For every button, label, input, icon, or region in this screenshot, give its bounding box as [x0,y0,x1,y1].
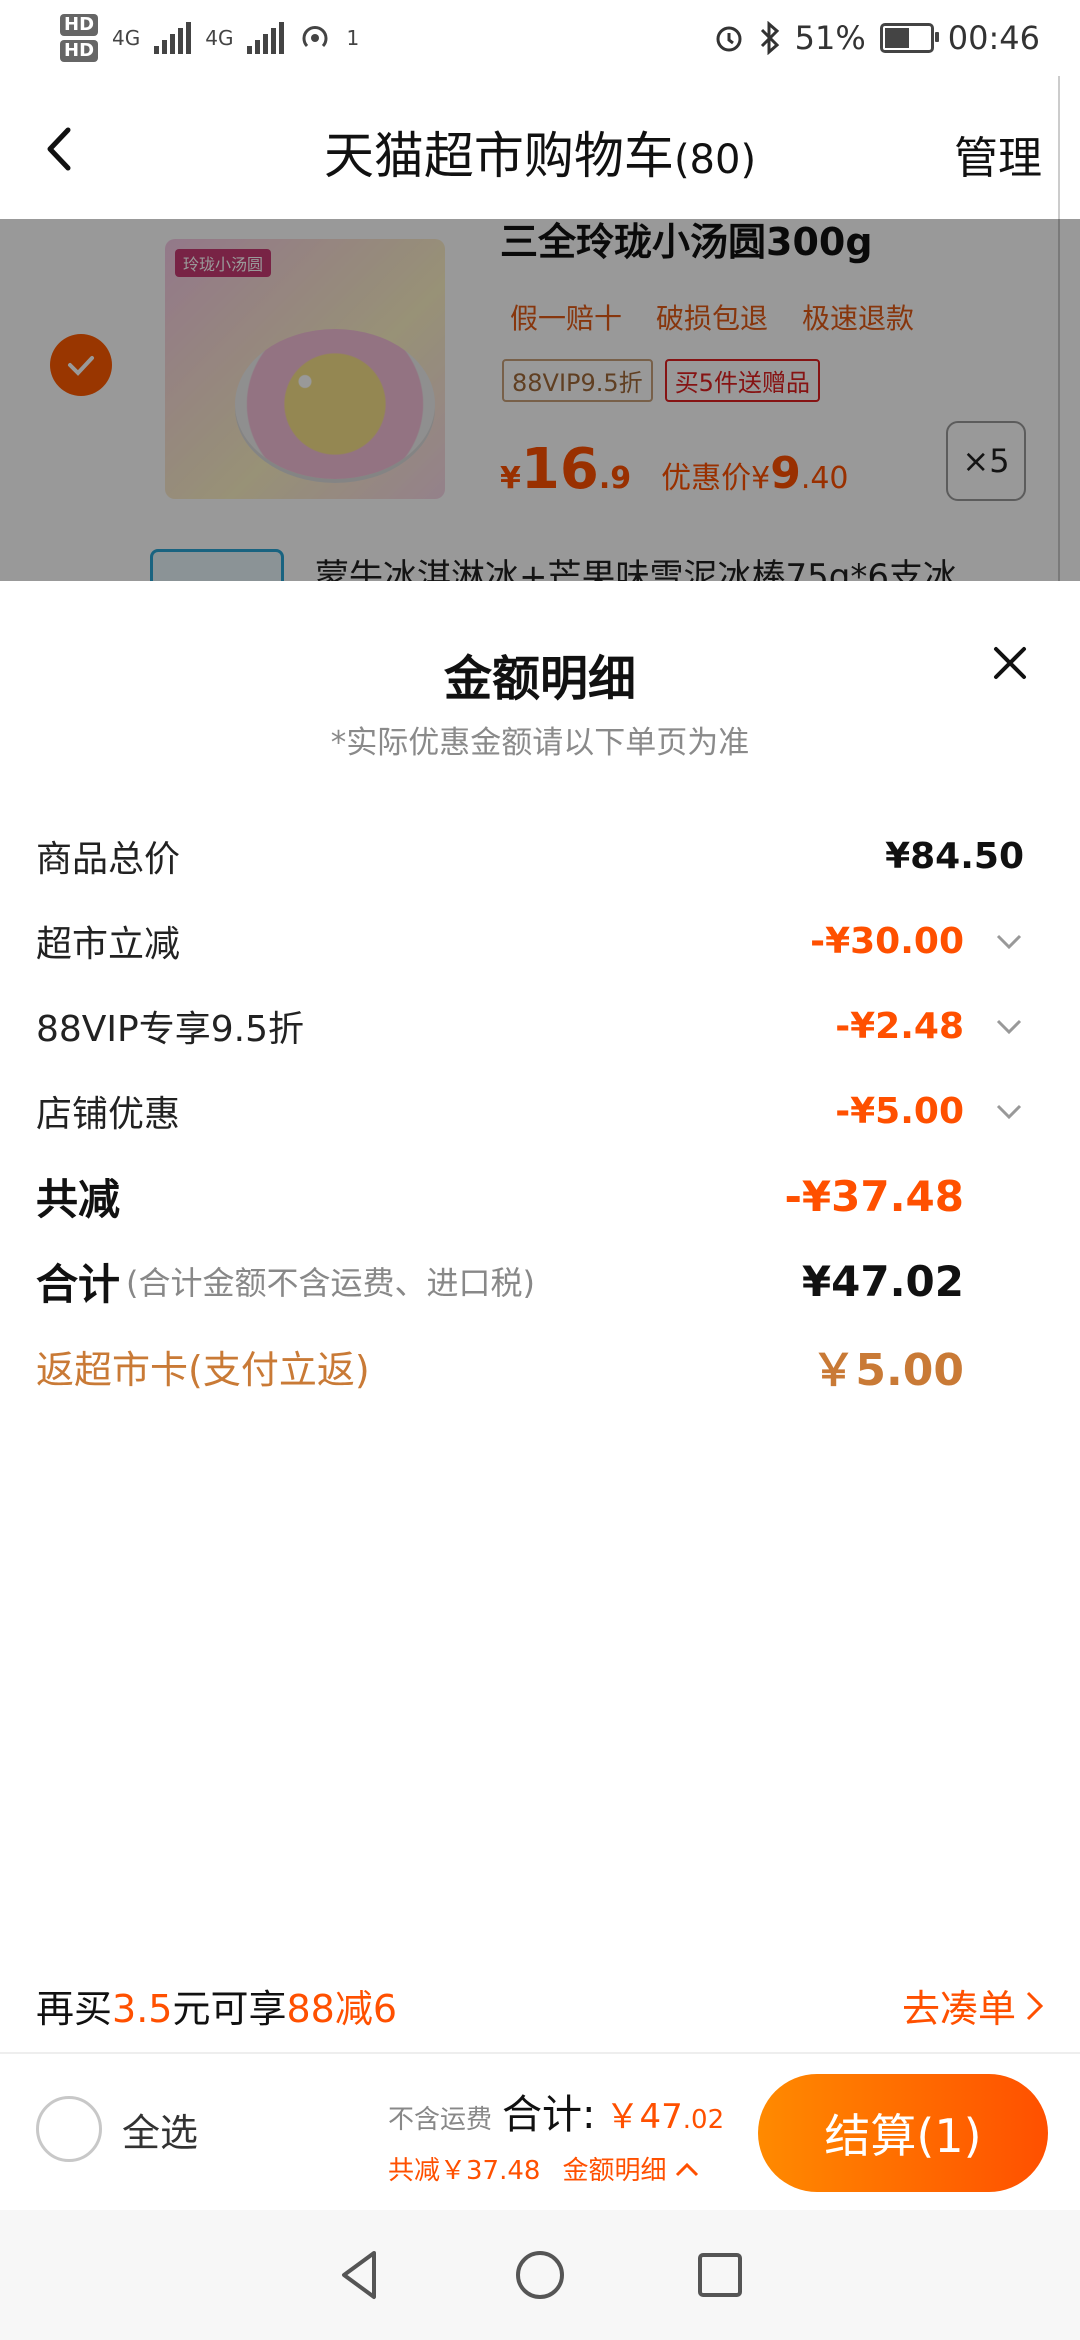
row-grand-total: 合计 (合计金额不含运费、进口税) ¥47.02 [36,1246,1024,1316]
promo-text: 再买3.5元可享88减6 [36,1978,397,2033]
row-label: 返超市卡(支付立返) [36,1347,370,1392]
bluetooth-icon [760,21,779,55]
cart-header: 天猫超市购物车(80) 管理 [0,76,1080,219]
hd-indicators: HD HD [60,14,99,62]
hd2-badge: HD [60,40,99,62]
page-title: 天猫超市购物车(80) [0,116,1080,188]
row-vip-discount[interactable]: 88VIP专享9.5折 -¥2.48 [36,991,1024,1061]
row-value: -¥37.48 [784,1171,964,1221]
signal-icon-2 [247,22,285,54]
row-label: 88VIP专享9.5折 [36,1009,305,1050]
row-label: 店铺优惠 [36,1094,181,1135]
amount-detail-sheet: 金额明细 *实际优惠金额请以下单页为准 商品总价 ¥84.50 超市立减 -¥3… [0,581,1080,2061]
checkout-bar: 全选 不含运费 合计: ￥47.02 共减￥37.48 金额明细 结算(1) [0,2052,1080,2212]
battery-percent: 51% [794,19,866,57]
select-all-label: 全选 [122,2110,199,2155]
totals: 不含运费 合计: ￥47.02 共减￥37.48 金额明细 [388,2082,748,2187]
nav-back-icon[interactable] [330,2245,390,2305]
amount-detail-label: 金额明细 [562,2156,667,2186]
status-bar: HD HD 4G 4G 1 51% 00:46 [0,0,1080,76]
cart-count: (80) [673,137,757,183]
checkout-button[interactable]: 结算(1) [758,2074,1048,2192]
total-decimal: .02 [682,2105,725,2135]
network-type-2: 4G [205,26,234,50]
signal-icon [154,22,192,54]
row-label: 共减 [36,1174,121,1224]
row-value: -¥5.00 [835,1090,964,1132]
battery-icon [879,23,939,53]
chevron-down-icon[interactable] [994,1096,1024,1126]
row-value: ¥47.02 [801,1256,964,1306]
row-value: ￥5.00 [811,1345,964,1396]
manage-button[interactable]: 管理 [954,122,1042,186]
row-label: 超市立减 [36,924,181,965]
saved-line: 共减￥37.48 金额明细 [388,2150,748,2187]
select-all[interactable]: 全选 [36,2096,198,2162]
promo-bar: 再买3.5元可享88减6 去凑单 [0,1960,1080,2050]
row-label: 商品总价 [36,839,181,880]
close-icon[interactable] [990,643,1030,683]
saved-amount: 共减￥37.48 [388,2156,541,2186]
row-note: (合计金额不含运费、进口税) [126,1264,535,1302]
sheet-subtitle: *实际优惠金额请以下单页为准 [330,725,750,761]
no-shipping-note: 不含运费 [388,2105,493,2135]
row-label: 合计 [36,1259,121,1309]
row-supermarket-discount[interactable]: 超市立减 -¥30.00 [36,906,1024,976]
total-symbol: ￥ [605,2097,640,2137]
row-value: ¥84.50 [885,835,1024,877]
network-type-1: 4G [112,26,141,50]
add-items-link[interactable]: 去凑单 [902,1978,1046,2033]
dim-overlay[interactable] [0,219,1080,581]
nav-recents-icon[interactable] [690,2245,750,2305]
alarm-icon [716,26,742,52]
hotspot-count: 1 [346,26,360,50]
promo-prefix: 再买 [36,1987,113,2031]
amount-detail-toggle[interactable]: 金额明细 [562,2150,700,2187]
total-label: 合计: [502,2092,596,2138]
hotspot-icon [302,26,328,48]
row-store-discount[interactable]: 店铺优惠 -¥5.00 [36,1076,1024,1146]
row-value: -¥30.00 [810,920,964,962]
promo-amount: 3.5 [112,1987,173,2031]
system-nav-bar [0,2210,1080,2340]
sheet-title: 金额明细 [443,651,636,707]
title-text: 天猫超市购物车 [323,127,674,185]
nav-home-icon[interactable] [510,2245,570,2305]
chevron-down-icon[interactable] [994,926,1024,956]
clock: 00:46 [947,19,1040,57]
total-integer: 47 [639,2097,683,2137]
total-line: 不含运费 合计: ￥47.02 [388,2082,748,2140]
promo-offer: 88减6 [286,1987,397,2031]
status-left: HD HD 4G 4G 1 [60,10,359,66]
row-total-saved: 共减 -¥37.48 [36,1161,1024,1231]
select-all-radio[interactable] [36,2096,102,2162]
total-amount: ￥47.02 [606,2089,725,2138]
chevron-down-icon[interactable] [994,1011,1024,1041]
promo-middle: 元可享 [172,1987,287,2031]
chevron-right-icon [1026,1991,1044,2020]
hd1-badge: HD [60,14,99,36]
row-value: -¥2.48 [835,1005,964,1047]
scrollbar-track [1058,76,1080,219]
row-cashback: 返超市卡(支付立返) ￥5.00 [36,1331,1024,1401]
status-right: 51% 00:46 [713,12,1040,64]
chevron-up-icon [676,2162,699,2176]
row-goods-total: 商品总价 ¥84.50 [36,821,1024,891]
add-items-label: 去凑单 [901,1987,1016,2031]
